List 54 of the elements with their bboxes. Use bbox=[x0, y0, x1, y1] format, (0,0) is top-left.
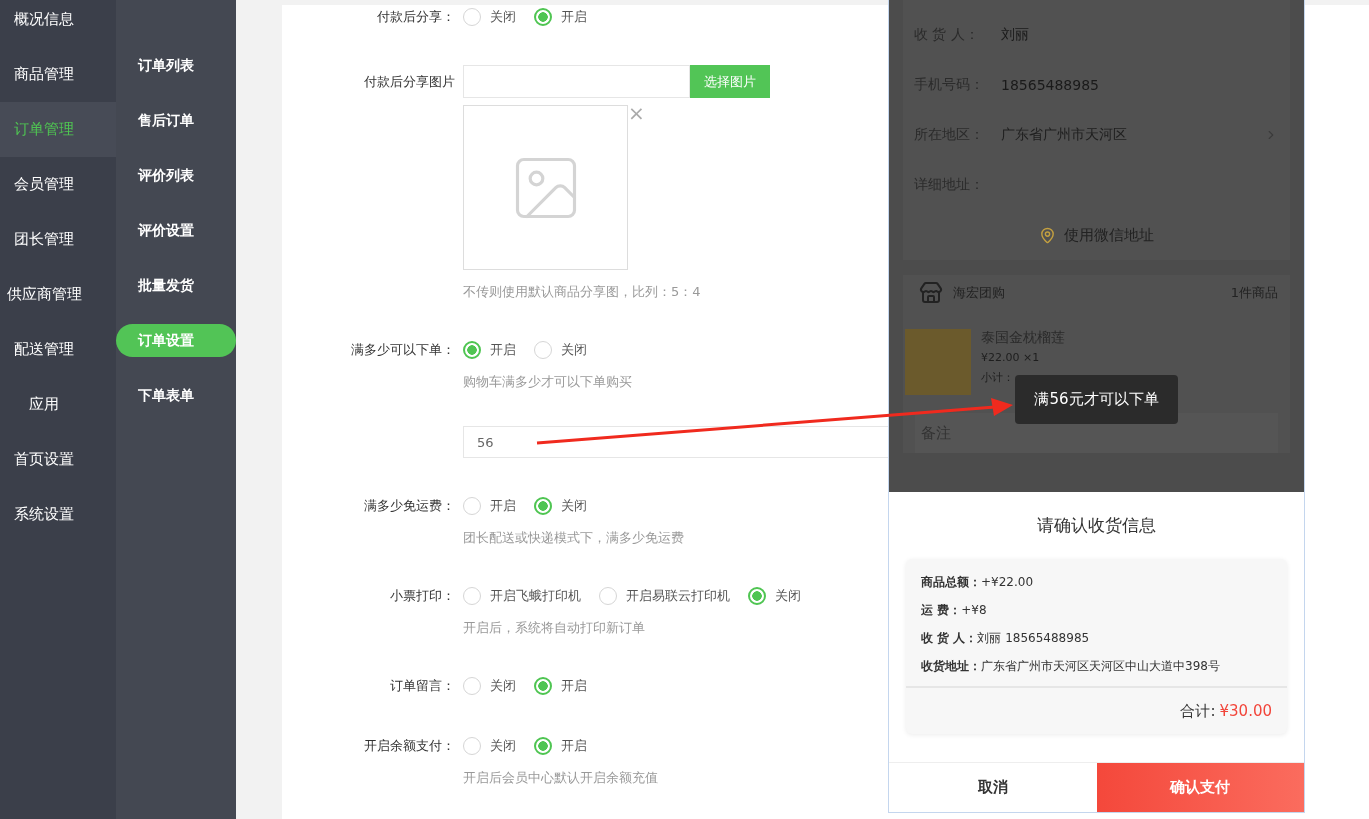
subnav-item[interactable]: 评价设置 bbox=[116, 214, 236, 247]
nav-item[interactable]: 配送管理 bbox=[0, 322, 116, 377]
subnav-item[interactable]: 批量发货 bbox=[116, 269, 236, 302]
radio-label: 关闭 bbox=[775, 587, 801, 605]
summary-label: 收 货 人： bbox=[921, 629, 978, 647]
radio-label: 开启 bbox=[561, 8, 587, 26]
nav-item[interactable]: 应用 bbox=[0, 377, 116, 432]
field-label: 订单留言： bbox=[389, 677, 455, 695]
nav-item[interactable]: 订单管理 bbox=[0, 102, 116, 157]
radio-label: 关闭 bbox=[561, 497, 587, 515]
radio-label: 关闭 bbox=[561, 341, 587, 359]
nav-item[interactable]: 系统设置 bbox=[0, 487, 116, 542]
summary-label: 运 费： bbox=[921, 601, 962, 619]
summary-value: 刘丽 18565488985 bbox=[977, 629, 1090, 647]
address-value: 18565488985 bbox=[1001, 77, 1100, 93]
hint-text: 不传则使用默认商品分享图，比列：5：4 bbox=[463, 283, 701, 301]
field-label: 满多少可以下单： bbox=[350, 341, 455, 359]
nav-item[interactable]: 供应商管理 bbox=[0, 267, 116, 322]
field-label: 付款后分享： bbox=[376, 8, 455, 26]
subnav-item[interactable]: 售后订单 bbox=[116, 104, 236, 137]
radio-label: 开启 bbox=[561, 677, 587, 695]
total-label: 合计: bbox=[1180, 701, 1216, 721]
nav-item[interactable]: 商品管理 bbox=[0, 47, 116, 102]
toast-message: 满56元才可以下单 bbox=[1015, 375, 1178, 424]
radio-label: 关闭 bbox=[490, 677, 516, 695]
field-label: 付款后分享图片 bbox=[363, 72, 455, 91]
radio-label: 开启 bbox=[490, 497, 516, 515]
field-label: 小票打印： bbox=[389, 587, 455, 605]
subnav-item[interactable]: 下单表单 bbox=[116, 379, 236, 412]
nav-item[interactable]: 团长管理 bbox=[0, 212, 116, 267]
hint-text: 开启后会员中心默认开启余额充值 bbox=[463, 769, 658, 787]
summary-value: +¥22.00 bbox=[981, 575, 1034, 589]
total-amount: ¥30.00 bbox=[1219, 702, 1272, 720]
radio-label: 开启 bbox=[561, 737, 587, 755]
field-label: 开启余额支付： bbox=[363, 737, 455, 755]
summary-value: 广东省广州市天河区天河区中山大道中398号 bbox=[981, 657, 1220, 675]
subnav-item[interactable]: 订单列表 bbox=[116, 49, 236, 82]
hint-text: 团长配送或快递模式下，满多少免运费 bbox=[463, 529, 684, 547]
radio-label: 开启 bbox=[490, 341, 516, 359]
nav-item[interactable]: 会员管理 bbox=[0, 157, 116, 212]
hint-text: 开启后，系统将自动打印新订单 bbox=[463, 619, 645, 637]
summary-label: 收货地址： bbox=[921, 657, 981, 675]
summary-value: +¥8 bbox=[961, 603, 987, 617]
radio-label: 关闭 bbox=[490, 8, 516, 26]
hint-text: 购物车满多少才可以下单购买 bbox=[463, 373, 632, 391]
radio-label: 开启易联云打印机 bbox=[626, 587, 730, 605]
sheet-title: 请确认收货信息 bbox=[1036, 514, 1157, 537]
radio-label: 开启飞蛾打印机 bbox=[490, 587, 581, 605]
nav-item[interactable]: 首页设置 bbox=[0, 432, 116, 487]
subnav-item[interactable]: 评价列表 bbox=[116, 159, 236, 192]
summary-label: 商品总额： bbox=[921, 573, 981, 591]
radio-label: 关闭 bbox=[490, 737, 516, 755]
field-label: 满多少免运费： bbox=[363, 497, 455, 515]
nav-item[interactable]: 概况信息 bbox=[0, 0, 116, 47]
